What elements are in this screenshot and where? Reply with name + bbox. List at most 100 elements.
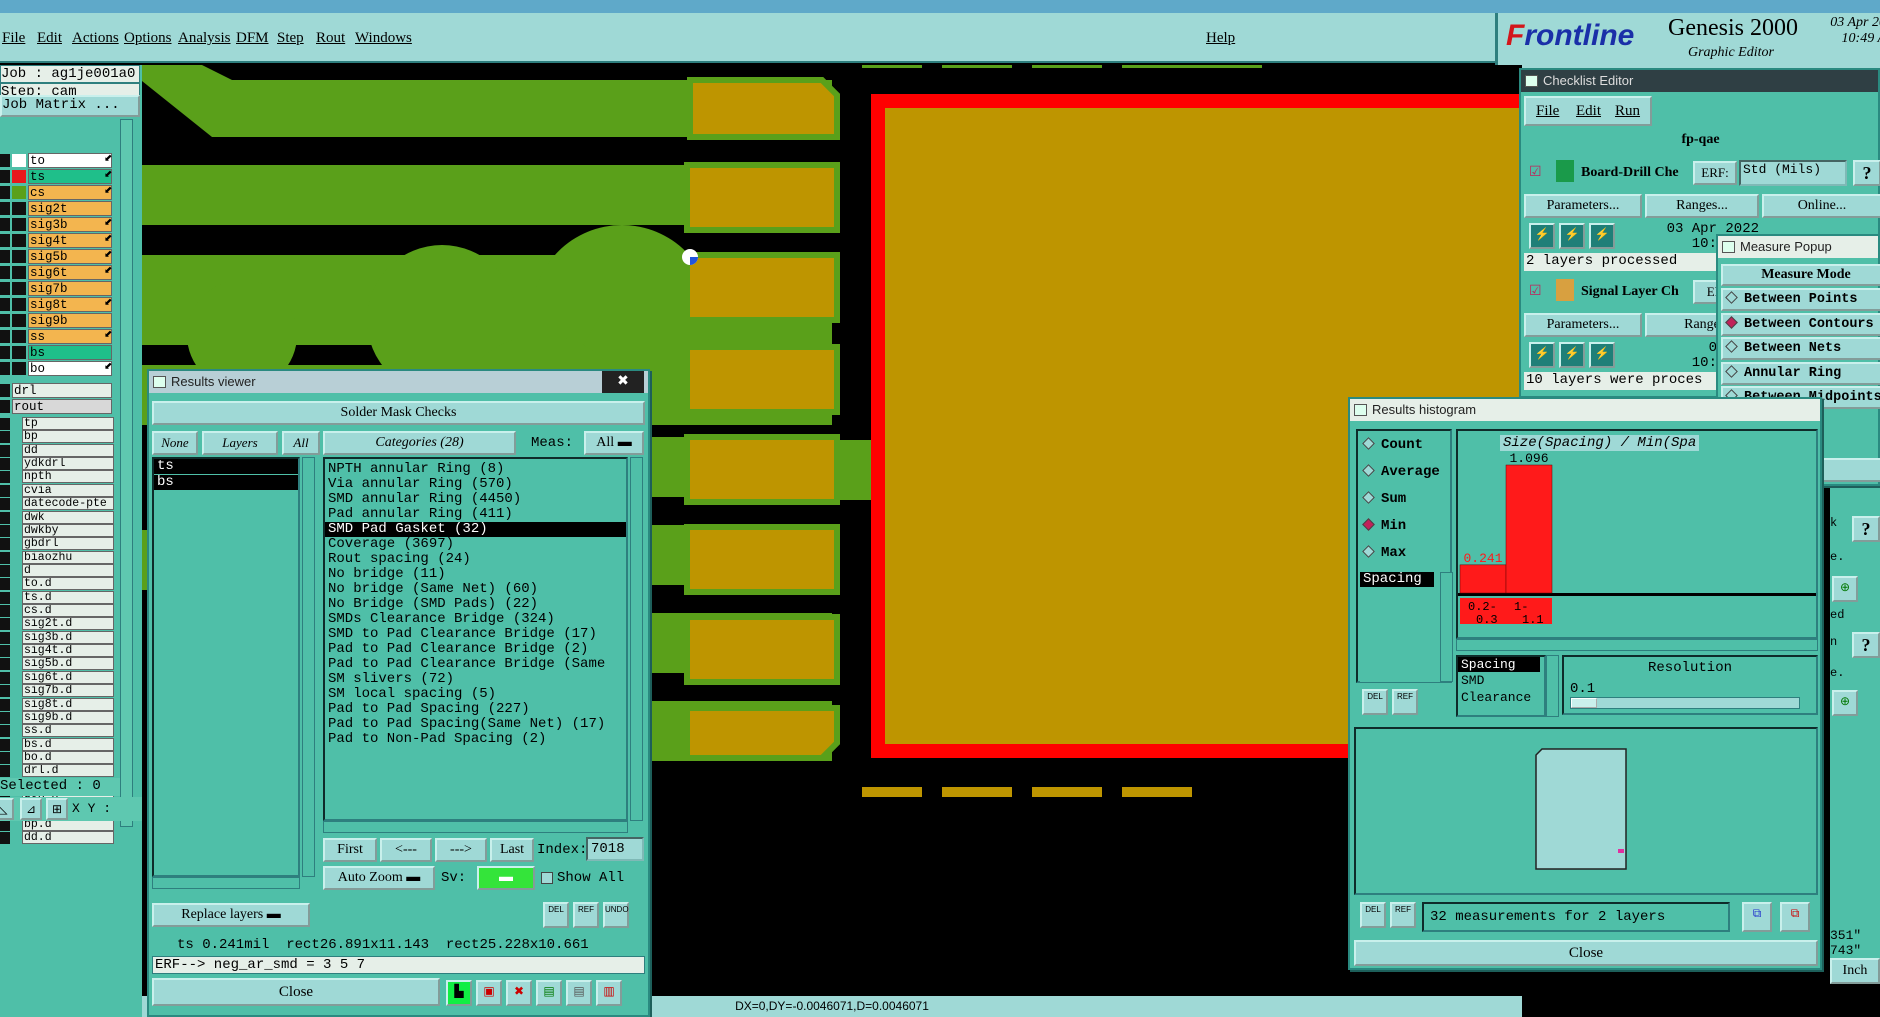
layer-checkbox[interactable] [0, 698, 10, 711]
resolution-slider[interactable] [1570, 697, 1800, 709]
layer-row[interactable]: biaozhu [0, 550, 115, 564]
layer-row[interactable]: dwk [0, 510, 115, 524]
layer-checkbox[interactable] [0, 384, 10, 397]
stat-option[interactable]: Min [1360, 518, 1406, 534]
layer-select-item[interactable]: bs [154, 475, 298, 490]
tool-icon-a[interactable]: ◺ [0, 798, 14, 820]
layer-list-scrollbar[interactable] [302, 457, 315, 877]
layer-row[interactable]: sig2t [0, 201, 115, 216]
layer-row[interactable]: sig5b.d [0, 657, 115, 671]
layer-select-list[interactable]: ts bs [152, 457, 300, 877]
layer-checkbox[interactable] [0, 218, 10, 231]
run-icon-1[interactable]: ⚡ [1529, 223, 1555, 249]
layer-row[interactable]: bs.d [0, 737, 115, 751]
layer-checkbox[interactable] [0, 538, 10, 551]
categories-scrollbar[interactable] [630, 457, 643, 821]
replace-layers-dropdown[interactable]: Replace layers ▬ [152, 903, 310, 927]
layers-none-button[interactable]: None [152, 431, 198, 455]
layer-checkbox[interactable] [0, 752, 10, 764]
measure-mode-option[interactable]: Between Points [1721, 288, 1880, 311]
stat-option[interactable]: Sum [1360, 491, 1406, 507]
categories-hscrollbar[interactable] [323, 821, 628, 833]
units-button[interactable]: Inch [1830, 958, 1880, 984]
measure-mode-option[interactable]: Between Nets [1721, 337, 1880, 360]
histogram-bar[interactable] [1459, 564, 1507, 594]
job-matrix-button[interactable]: Job Matrix ... [0, 95, 140, 117]
menu-step[interactable]: Step [277, 30, 304, 47]
stat-option[interactable]: Max [1360, 545, 1406, 561]
layer-checkbox[interactable] [0, 484, 10, 497]
hist-ref-button[interactable]: REF [1390, 902, 1416, 928]
category-item[interactable]: No Bridge (SMD Pads) (22) [325, 597, 626, 612]
chart-icon[interactable]: ▥ [596, 980, 622, 1006]
category-item[interactable]: NPTH annular Ring (8) [325, 462, 626, 477]
checklist-menu-file[interactable]: File [1536, 103, 1559, 120]
menu-options[interactable]: Options [124, 30, 172, 47]
check1-erf-button[interactable]: ERF: [1693, 161, 1737, 185]
layer-row[interactable]: sig3b ⬋ [0, 217, 115, 232]
layer-row[interactable]: to ⬋ [0, 153, 115, 168]
layer-row[interactable]: drl.d [0, 764, 115, 778]
layer-row[interactable]: ydkdrl [0, 457, 115, 471]
layer-row[interactable]: dd.d [0, 831, 115, 845]
layer-checkbox[interactable] [0, 330, 10, 343]
layer-checkbox[interactable] [0, 578, 10, 591]
category-item[interactable]: Pad to Pad Clearance Bridge (Same [325, 657, 626, 672]
layer-row[interactable]: npth [0, 470, 115, 484]
category-item[interactable]: No bridge (11) [325, 567, 626, 582]
undo-button[interactable]: UNDO [603, 902, 629, 928]
layer-row[interactable]: sig2t.d [0, 617, 115, 631]
histogram-hscrollbar[interactable] [1456, 639, 1818, 651]
attr-spacing[interactable]: Spacing [1360, 572, 1434, 587]
index-input[interactable]: 7018 [586, 837, 644, 861]
menu-actions[interactable]: Actions [72, 30, 119, 47]
show-all-checkbox[interactable] [541, 872, 553, 884]
export-icon[interactable]: ⧉ [1742, 902, 1772, 932]
check1-checkbox[interactable]: ☑ [1529, 164, 1542, 181]
layer-checkbox[interactable] [0, 202, 10, 215]
category-item[interactable]: Coverage (3697) [325, 537, 626, 552]
category-item[interactable]: Pad to Pad Spacing(Same Net) (17) [325, 717, 626, 732]
layer-checkbox[interactable] [0, 658, 10, 671]
layer-row[interactable]: rout [0, 399, 115, 414]
layer-row[interactable]: cs.d [0, 604, 115, 618]
layer-row[interactable]: dd [0, 443, 115, 457]
notes-icon[interactable]: ▤ [566, 980, 592, 1006]
hist-del-button-top[interactable]: DEL [1362, 689, 1388, 715]
layer-checkbox[interactable] [0, 765, 10, 778]
zoom-icon-2[interactable]: ⊕ [1832, 690, 1858, 716]
layer-checkbox[interactable] [0, 346, 10, 359]
layer-row[interactable]: ss ⬋ [0, 329, 115, 344]
layer-checkbox[interactable] [0, 671, 10, 684]
layer-select-item[interactable]: ts [154, 459, 298, 474]
layer-row[interactable]: gbdrl [0, 537, 115, 551]
grid-icon[interactable]: ⊞ [46, 798, 68, 820]
layer-checkbox[interactable] [0, 631, 10, 644]
category-item[interactable]: Via annular Ring (570) [325, 477, 626, 492]
category-item[interactable]: Pad annular Ring (411) [325, 507, 626, 522]
sub-list[interactable]: Spacing SMD Clearance [1456, 655, 1546, 717]
category-item[interactable]: SM slivers (72) [325, 672, 626, 687]
sub-item-spacing[interactable]: Spacing [1458, 657, 1540, 672]
layer-row[interactable]: cs ⬋ [0, 185, 115, 200]
ref-button[interactable]: REF [573, 902, 599, 928]
layer-checkbox[interactable] [0, 645, 10, 658]
stat-option[interactable]: Average [1360, 464, 1440, 480]
stat-option[interactable]: Count [1360, 437, 1423, 453]
layer-row[interactable]: sig9b [0, 313, 115, 328]
layer-checkbox[interactable] [0, 711, 10, 724]
check1-parameters-button[interactable]: Parameters... [1524, 194, 1642, 218]
meas-dropdown[interactable]: All ▬ [584, 431, 644, 455]
layer-checkbox[interactable] [0, 498, 10, 511]
layer-row[interactable]: bp [0, 430, 115, 444]
layer-row[interactable]: sig7b [0, 281, 115, 296]
histogram-bar[interactable] [1505, 464, 1553, 594]
category-item[interactable]: Rout spacing (24) [325, 552, 626, 567]
zoom-icon-1[interactable]: ⊕ [1832, 576, 1858, 602]
layer-checkbox[interactable] [0, 738, 10, 751]
layer-row[interactable]: sig6t ⬋ [0, 265, 115, 280]
check1-help-button[interactable]: ? [1853, 160, 1880, 186]
layer-checkbox[interactable] [0, 551, 10, 564]
layer-checkbox[interactable] [0, 314, 10, 327]
layer-checkbox[interactable] [0, 234, 10, 247]
